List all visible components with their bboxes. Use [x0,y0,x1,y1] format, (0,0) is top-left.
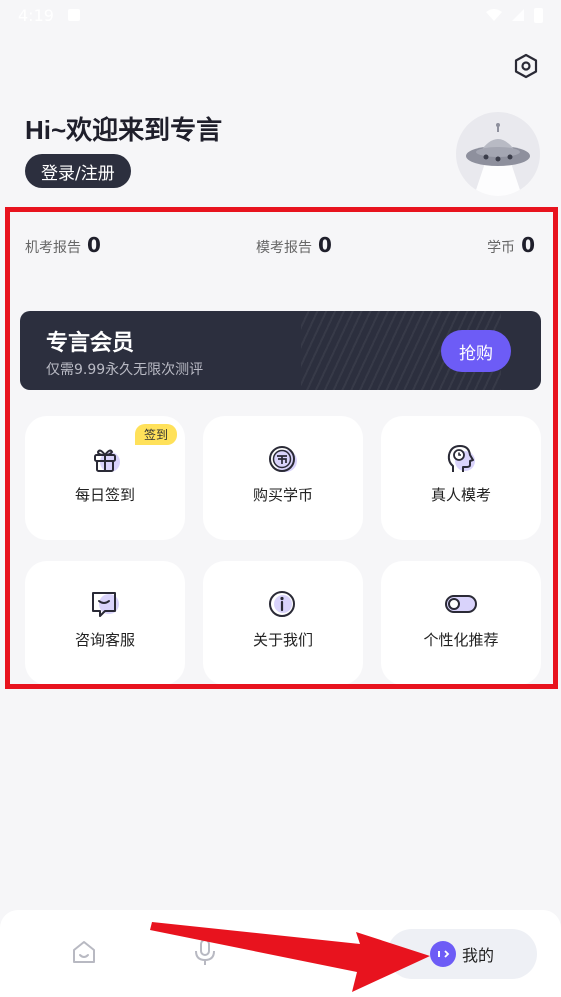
nav-favorites[interactable] [302,928,350,976]
login-register-button[interactable]: 登录/注册 [25,154,131,188]
home-icon [73,941,95,963]
status-right [486,7,543,23]
notification-icon [67,9,80,21]
status-time: 4:19 [18,5,54,25]
wifi-icon [486,9,502,21]
nav-home[interactable] [60,928,108,976]
settings-button[interactable] [512,52,540,80]
bookmark-icon [315,941,337,962]
avatar[interactable] [456,112,540,196]
microphone-icon [195,939,215,965]
hexagon-settings-icon [514,53,538,79]
status-left: 4:19 [18,6,80,25]
battery-icon [534,7,543,23]
ufo-avatar-icon [466,123,530,196]
signal-icon [512,9,524,21]
nav-mine[interactable]: 我的 [387,929,537,979]
nav-speaking[interactable] [181,928,229,976]
nav-mine-label: 我的 [461,946,494,965]
highlight-box [5,207,558,689]
profile-face-icon [429,941,456,967]
greeting-title: Hi~欢迎来到专言 [25,115,223,145]
status-bar: 4:19 [0,0,561,30]
bottom-nav: 我的 [0,910,561,997]
